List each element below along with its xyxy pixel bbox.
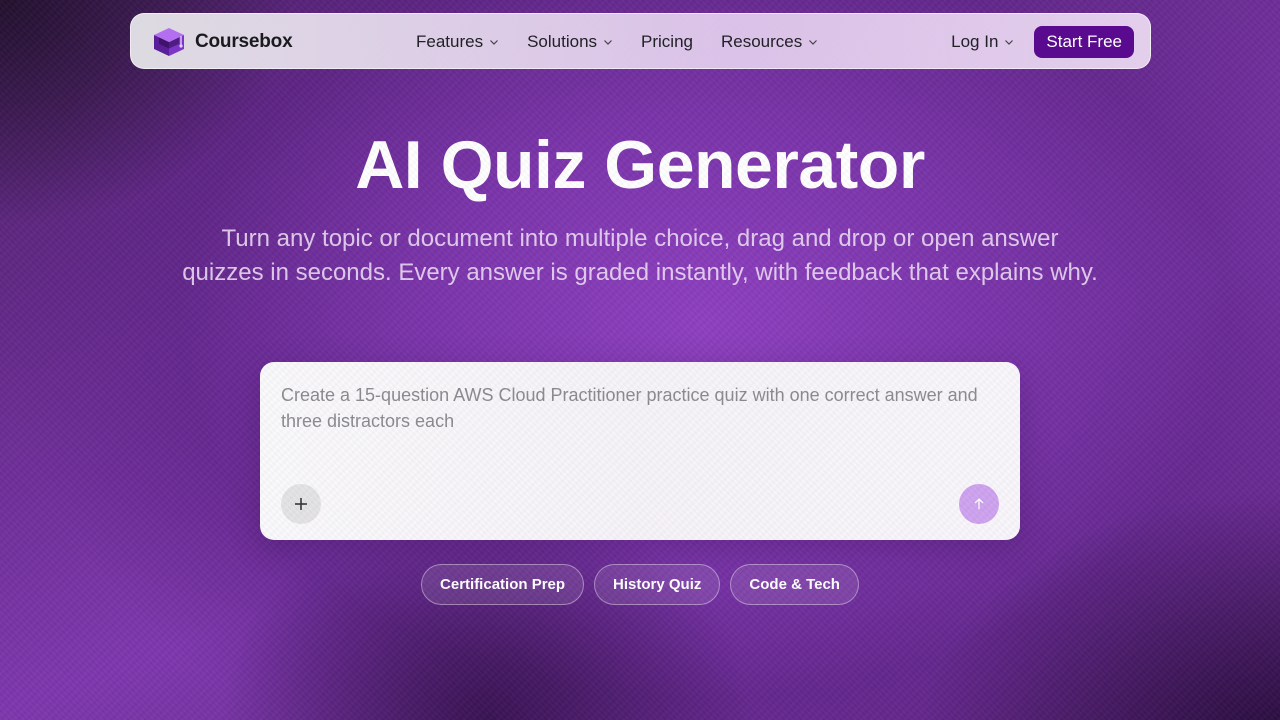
nav-item-pricing[interactable]: Pricing [641,32,693,52]
top-navbar: Coursebox Features Solutions Pricing Res… [130,13,1151,69]
nav-item-features[interactable]: Features [416,32,499,52]
chip-history-quiz[interactable]: History Quiz [594,564,721,605]
hero-subtitle: Turn any topic or document into multiple… [182,225,1098,286]
prompt-input[interactable] [281,382,997,462]
nav-links: Features Solutions Pricing Resources [416,14,818,70]
brand-name: Coursebox [195,31,293,52]
send-button[interactable] [959,484,999,524]
start-free-button[interactable]: Start Free [1034,26,1134,58]
login-button[interactable]: Log In [951,32,1014,52]
nav-item-label: Resources [721,32,803,51]
chip-code-tech[interactable]: Code & Tech [730,564,859,605]
login-label: Log In [951,32,999,51]
nav-item-label: Features [416,32,484,51]
arrow-up-icon [974,498,984,509]
nav-item-resources[interactable]: Resources [721,32,818,52]
suggestion-chips: Certification Prep History Quiz Code & T… [0,564,1280,605]
nav-item-solutions[interactable]: Solutions [527,32,613,52]
nav-actions: Log In Start Free [951,14,1134,70]
brand-logo-link[interactable]: Coursebox [151,26,293,58]
chevron-down-icon [490,40,499,45]
plus-icon [295,498,307,510]
prompt-card [260,362,1020,540]
graduation-cap-cube-icon [154,28,184,56]
nav-item-label: Pricing [641,32,693,51]
nav-item-label: Solutions [527,32,598,51]
chevron-down-icon [604,40,612,45]
chip-certification-prep[interactable]: Certification Prep [421,564,585,605]
chevron-down-icon [809,40,818,45]
add-attachment-button[interactable] [281,484,321,524]
chevron-down-icon [1005,40,1014,45]
page-title: AI Quiz Generator [355,127,925,203]
